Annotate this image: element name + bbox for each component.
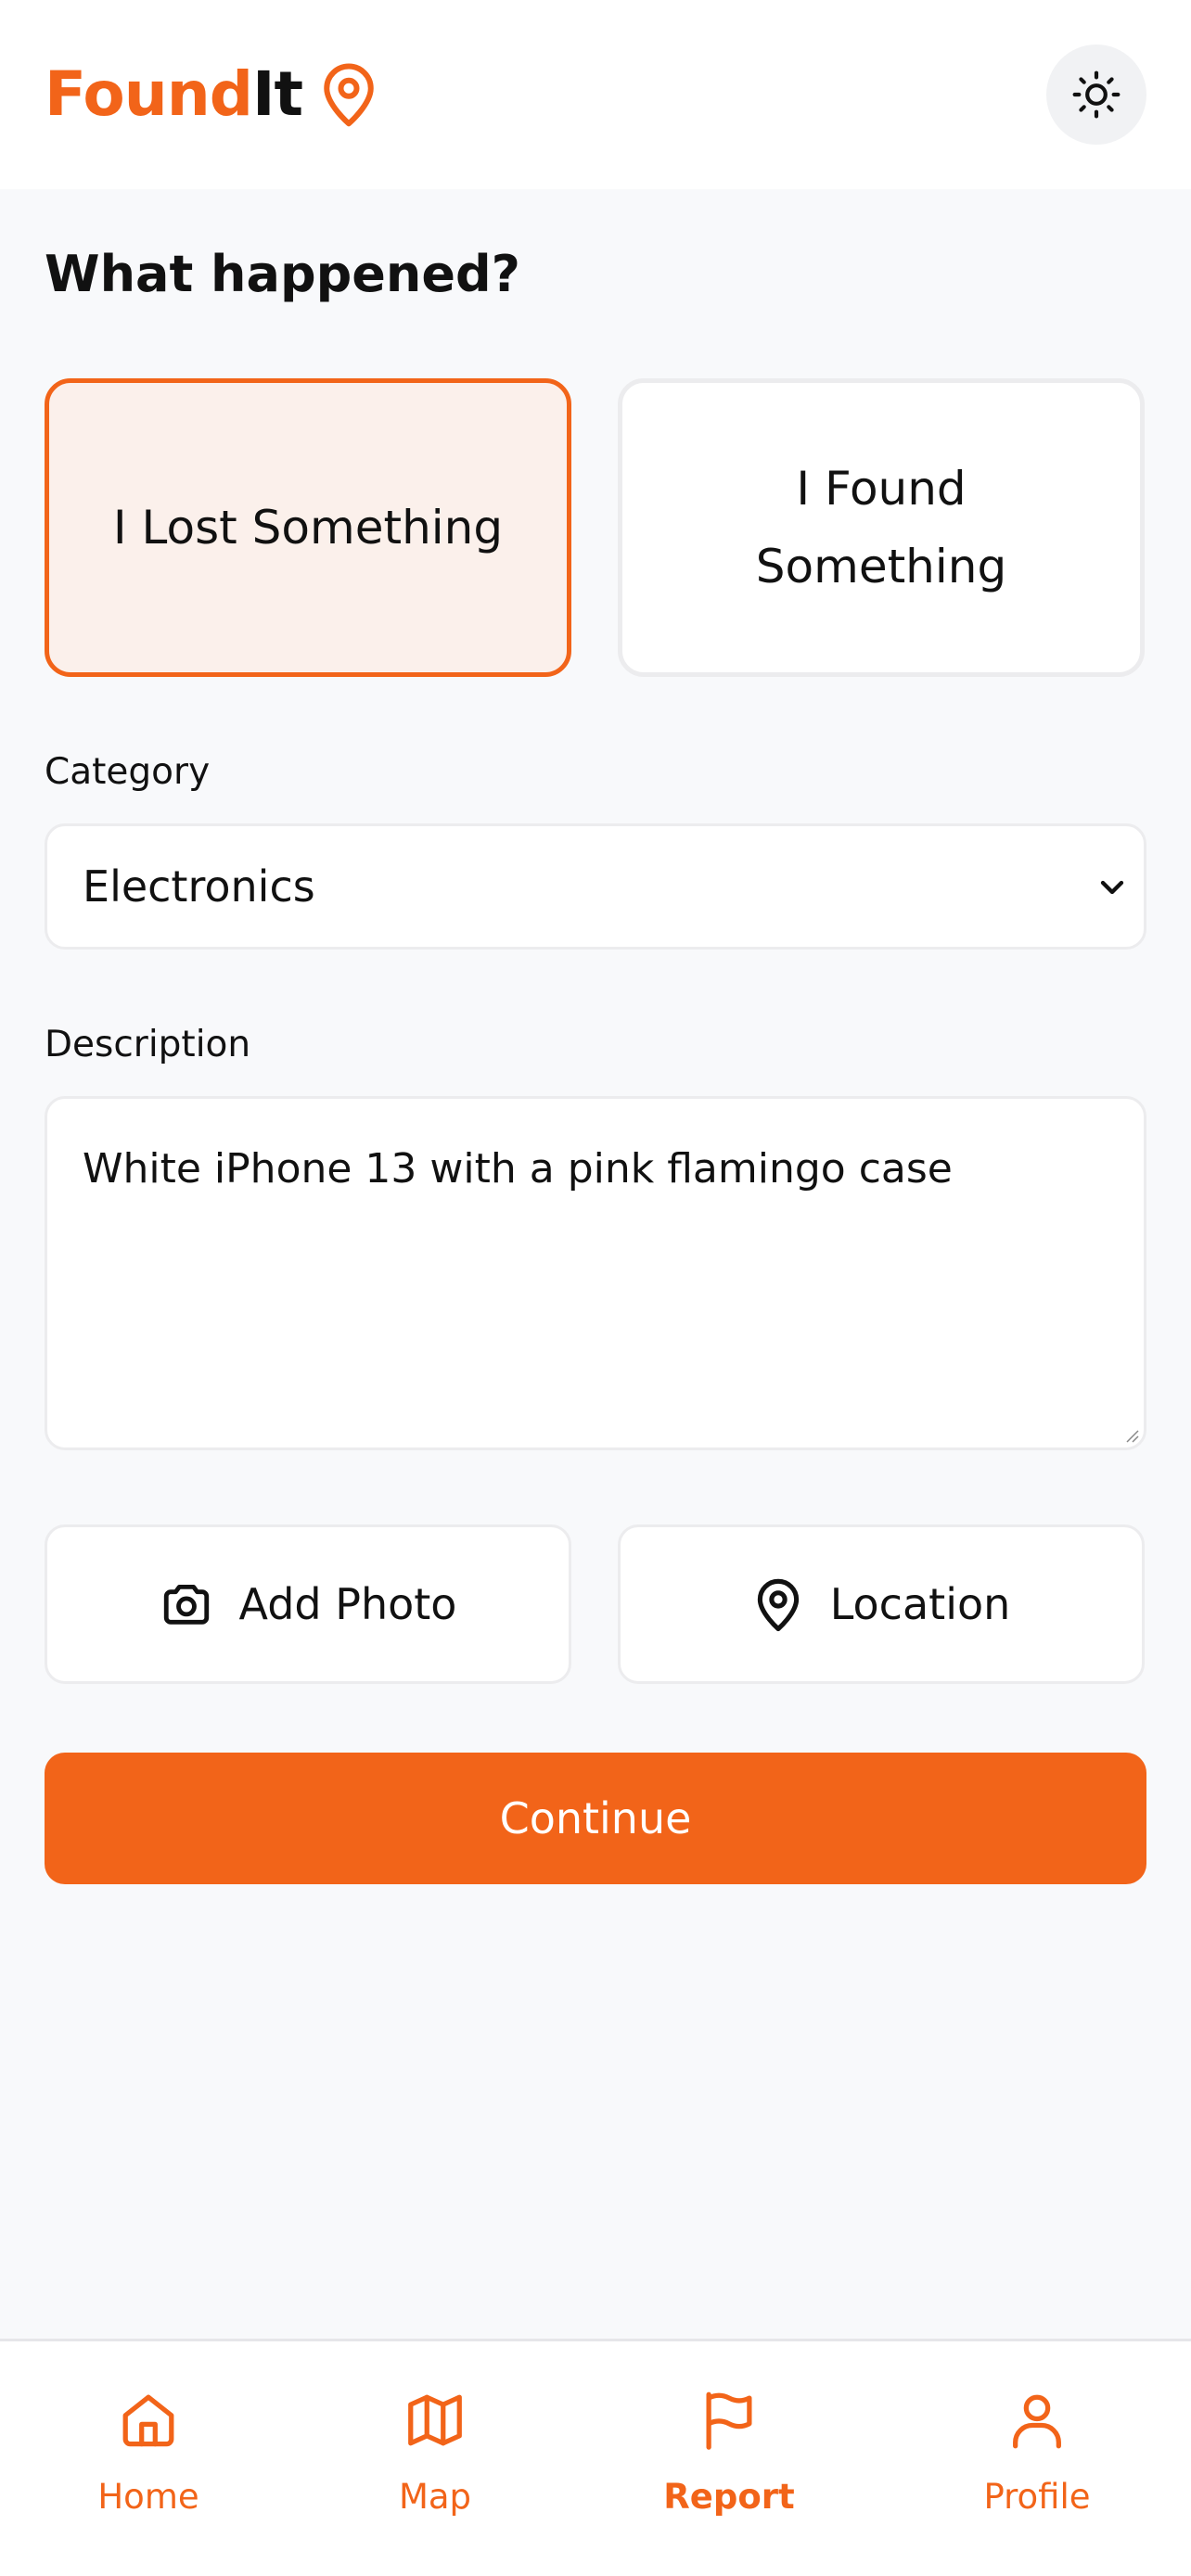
nav-item-profile[interactable]: Profile <box>926 2388 1148 2518</box>
logo-it-text: It <box>251 58 303 130</box>
logo-text: FoundIt <box>45 64 303 125</box>
home-icon <box>116 2388 181 2453</box>
user-icon <box>1005 2388 1069 2453</box>
continue-label: Continue <box>499 1793 692 1843</box>
camera-icon <box>160 1577 213 1631</box>
nav-label-report: Report <box>663 2477 795 2517</box>
add-photo-label: Add Photo <box>238 1579 457 1629</box>
category-value: Electronics <box>83 861 315 912</box>
category-select[interactable]: Electronics <box>45 823 1146 950</box>
nav-label-map: Map <box>398 2477 472 2517</box>
bottom-nav: Home Map Report Profile <box>0 2339 1191 2576</box>
description-textarea[interactable]: White iPhone 13 with a pink flamingo cas… <box>45 1096 1146 1450</box>
app-root: FoundIt What happened? I Lost Something … <box>0 0 1191 2576</box>
page-title: What happened? <box>45 245 520 303</box>
nav-label-profile: Profile <box>983 2477 1091 2517</box>
nav-label-home: Home <box>97 2477 199 2517</box>
description-value: White iPhone 13 with a pink flamingo cas… <box>83 1145 953 1192</box>
map-pin-icon <box>321 62 377 127</box>
found-something-option[interactable]: I Found Something <box>618 378 1145 677</box>
chevron-down-icon <box>1094 869 1131 906</box>
continue-button[interactable]: Continue <box>45 1753 1146 1884</box>
map-icon <box>403 2388 467 2453</box>
description-label: Description <box>45 1024 251 1065</box>
nav-item-report[interactable]: Report <box>618 2388 840 2518</box>
app-logo[interactable]: FoundIt <box>45 57 377 132</box>
nav-item-map[interactable]: Map <box>324 2388 546 2518</box>
resize-handle-icon[interactable] <box>1123 1427 1140 1444</box>
nav-item-home[interactable]: Home <box>37 2388 260 2518</box>
flag-icon <box>697 2388 762 2453</box>
add-photo-button[interactable]: Add Photo <box>45 1524 571 1684</box>
category-label: Category <box>45 751 211 793</box>
found-something-label: I Found Something <box>755 462 1007 593</box>
lost-something-label: I Lost Something <box>112 501 504 555</box>
lost-something-option[interactable]: I Lost Something <box>45 378 571 677</box>
location-pin-icon <box>752 1576 804 1632</box>
sun-icon <box>1070 69 1122 121</box>
location-button[interactable]: Location <box>618 1524 1145 1684</box>
location-label: Location <box>829 1579 1011 1629</box>
app-header: FoundIt <box>0 0 1191 189</box>
theme-toggle-button[interactable] <box>1046 45 1146 145</box>
logo-found-text: Found <box>45 58 253 130</box>
